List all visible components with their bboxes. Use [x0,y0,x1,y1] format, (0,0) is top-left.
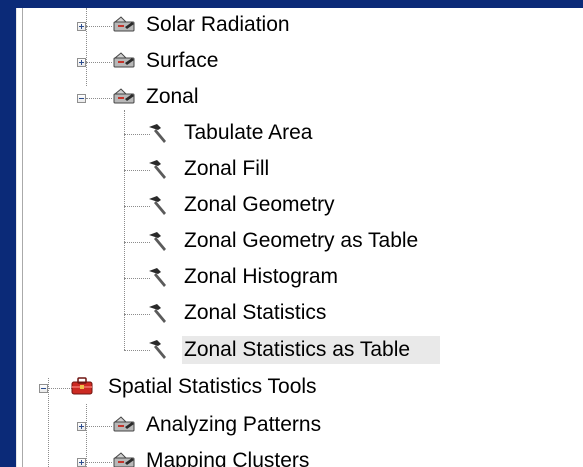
toolbox-icon [71,377,93,395]
tree-item-label[interactable]: Surface [146,49,218,73]
hammer-icon [149,340,166,359]
expand-button[interactable] [77,22,86,31]
tree-item-label[interactable]: Zonal Fill [184,157,269,181]
tree-item-label[interactable]: Mapping Clusters [146,449,309,467]
hammer-icon [149,268,166,287]
tree-connector [86,426,112,427]
tree-item-label[interactable]: Zonal Histogram [184,265,338,289]
hammer-icon [149,160,166,179]
expand-button[interactable] [77,58,86,67]
tree-connector [86,98,112,99]
tree-item-label[interactable]: Zonal Geometry [184,193,335,217]
toolset-icon [113,452,135,467]
collapse-button[interactable] [77,94,86,103]
tree-item-label[interactable]: Analyzing Patterns [146,413,321,437]
tree-connector [48,378,49,467]
tree-connector [86,8,87,86]
toolset-icon [113,16,135,32]
tree-item-label[interactable]: Zonal [146,85,199,109]
tree-item-label[interactable]: Tabulate Area [184,121,312,145]
tree-item-label[interactable]: Zonal Geometry as Table [184,229,418,253]
panel-left-border [16,8,17,467]
toolset-icon [113,88,135,104]
tree-connector [86,62,112,63]
tree-connector [86,462,112,463]
expand-button[interactable] [77,458,86,467]
hammer-icon [149,124,166,143]
tree-item-label[interactable]: Spatial Statistics Tools [108,375,317,399]
tree-connector [86,26,112,27]
tree-connector [86,404,87,467]
hammer-icon [149,196,166,215]
collapse-button[interactable] [39,384,48,393]
tree-item-label[interactable]: Zonal Statistics as Table [184,338,410,362]
tree-item-label[interactable]: Solar Radiation [146,13,290,37]
toolset-icon [113,52,135,68]
hammer-icon [149,232,166,251]
tree-item-label[interactable]: Zonal Statistics [184,301,326,325]
toolset-icon [113,416,135,432]
hammer-icon [149,304,166,323]
tree-indent-guide [22,8,23,467]
expand-button[interactable] [77,422,86,431]
catalog-tree-panel: Solar Radiation Surface Zonal Tabulate A… [16,8,583,467]
